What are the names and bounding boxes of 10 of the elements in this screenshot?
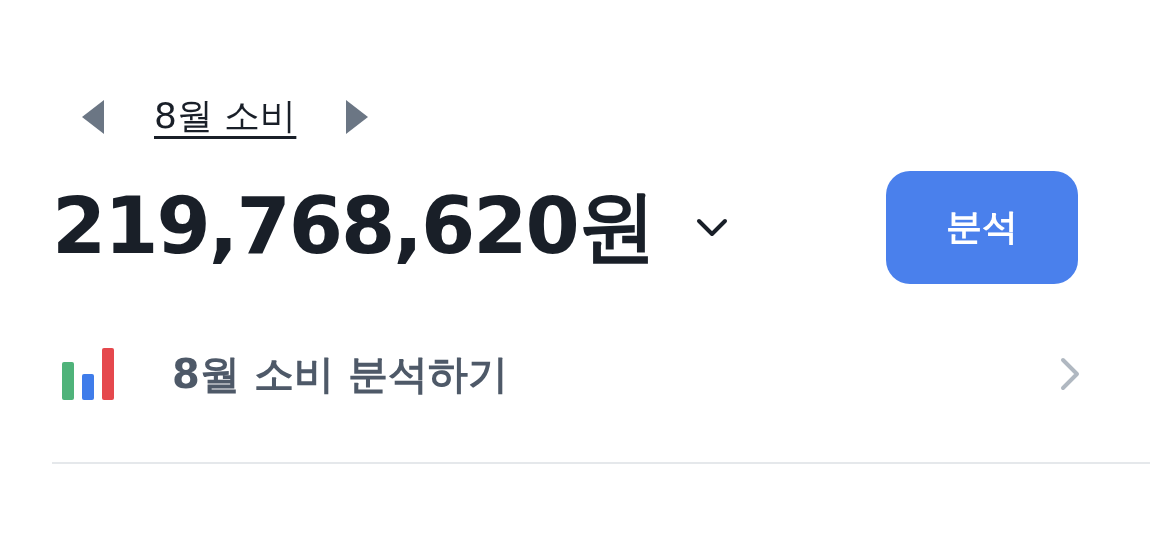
chevron-right-icon [1060,357,1080,391]
total-amount: 219,768,620원 [52,180,654,273]
triangle-right-icon [346,99,369,134]
month-label[interactable]: 8월 소비 [154,92,297,141]
bar-chart-icon [60,346,116,402]
analysis-row-label: 8월 소비 분석하기 [172,349,508,399]
analyze-button[interactable]: 분석 [886,171,1078,284]
triangle-left-icon [82,99,104,134]
chevron-down-icon [695,217,728,238]
analysis-row[interactable]: 8월 소비 분석하기 [60,334,1080,414]
